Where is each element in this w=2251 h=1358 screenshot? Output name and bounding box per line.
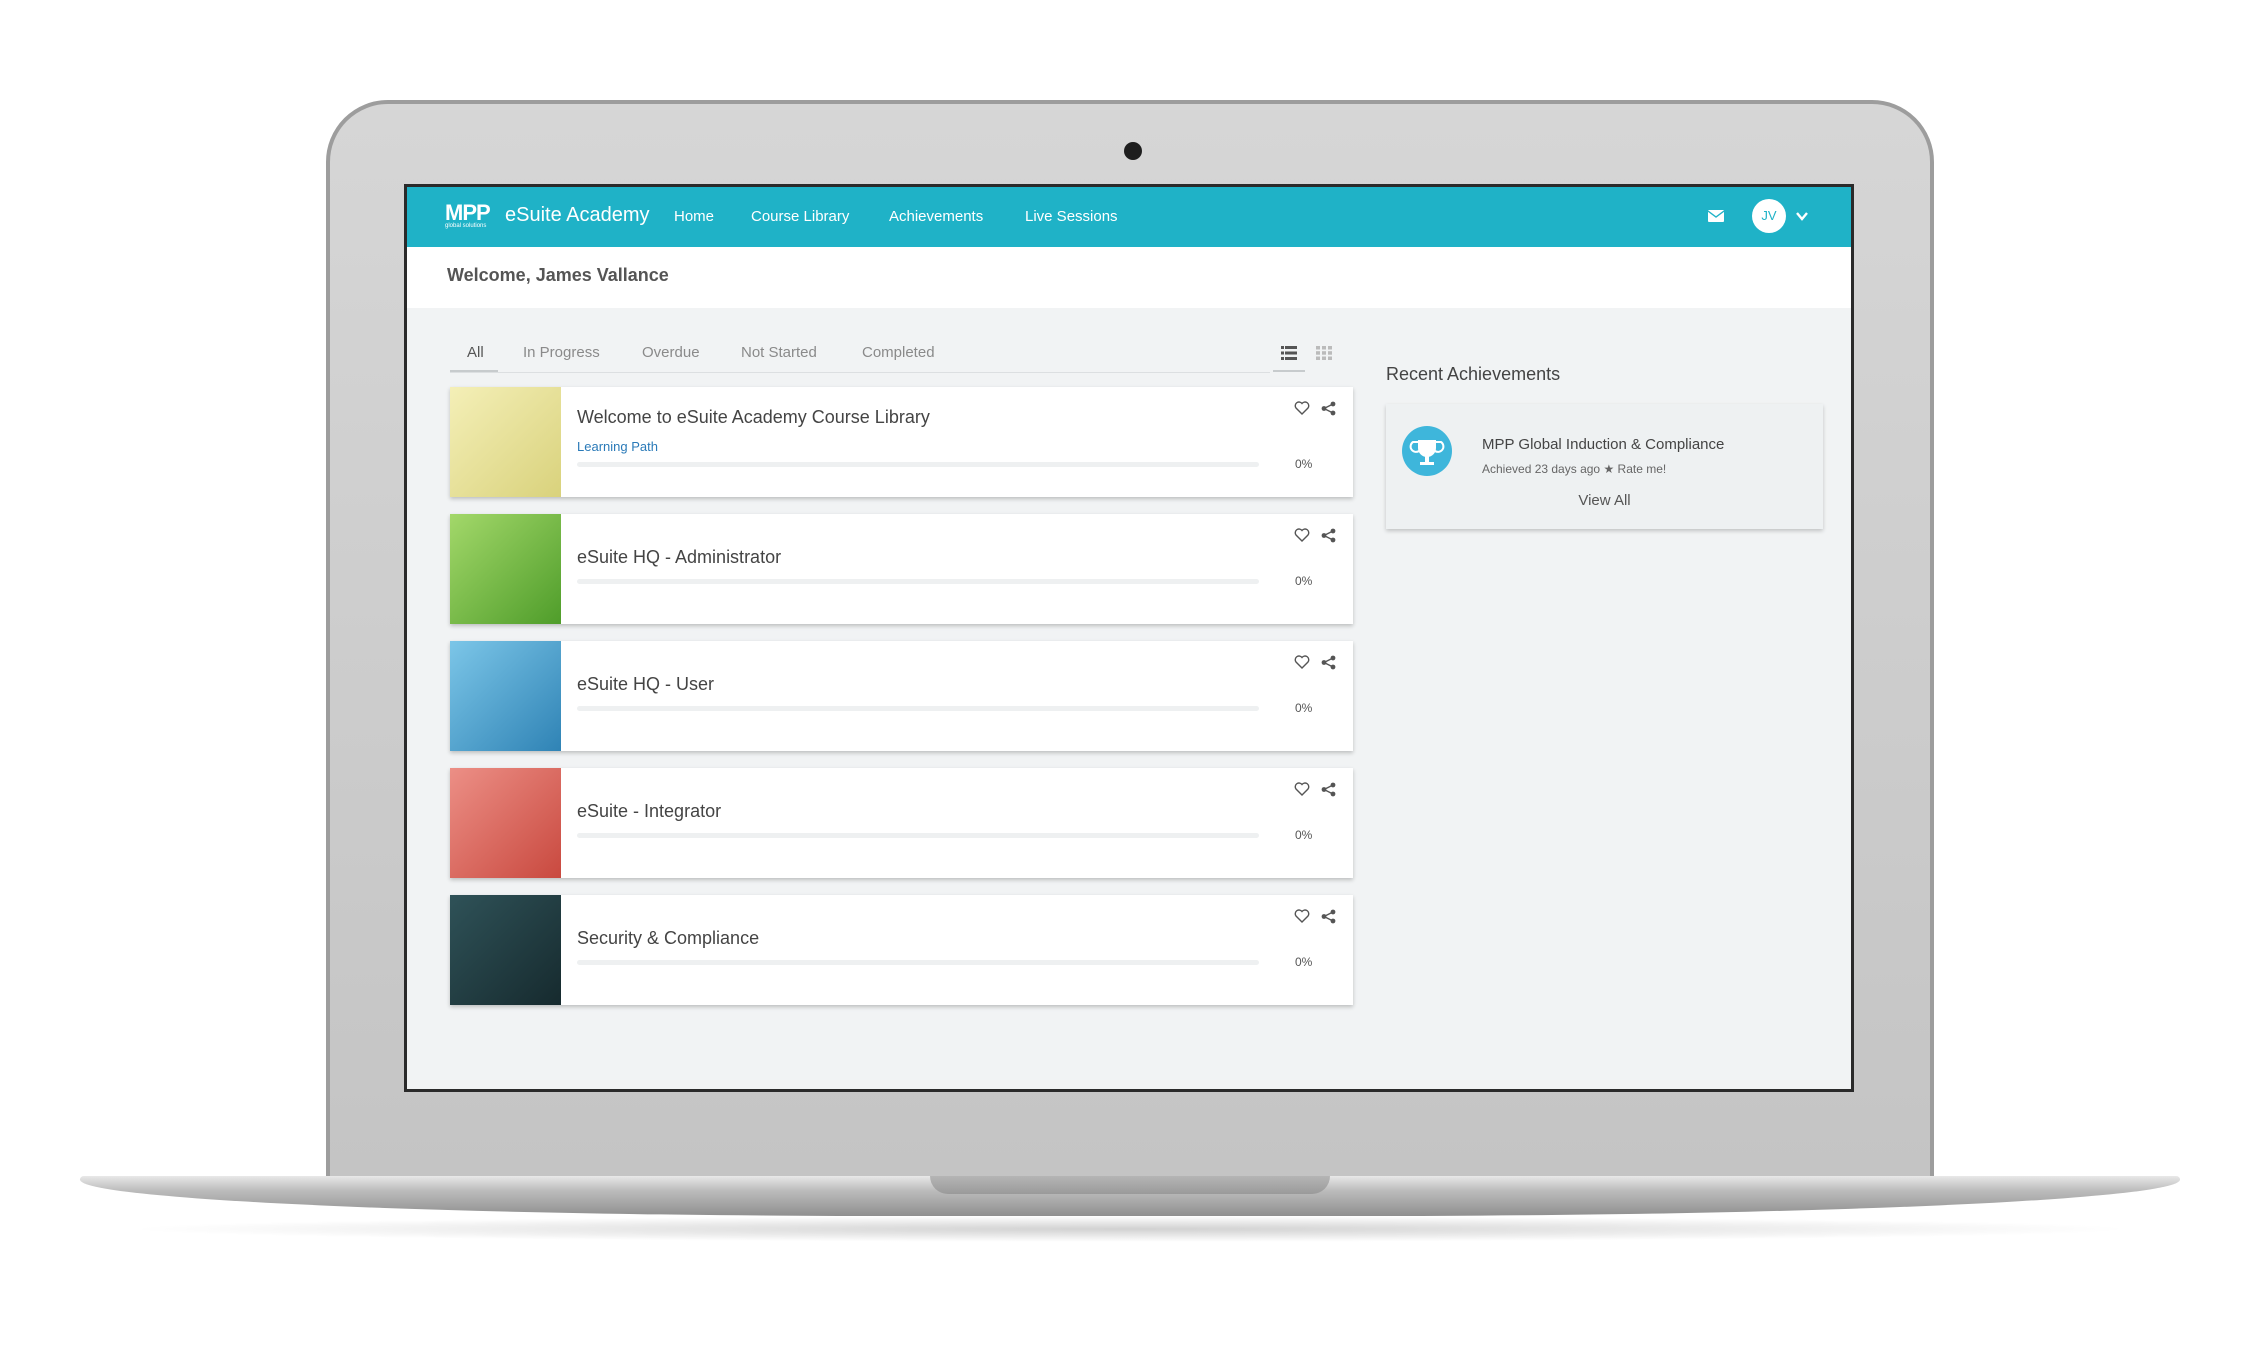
course-progress-text: 0%	[1295, 701, 1313, 715]
course-progress-bar	[577, 579, 1259, 584]
achievement-name[interactable]: MPP Global Induction & Compliance	[1482, 436, 1724, 453]
course-progress-text: 0%	[1295, 828, 1313, 842]
heart-icon[interactable]	[1294, 782, 1310, 796]
share-icon[interactable]	[1321, 528, 1336, 543]
course-card[interactable]: eSuite HQ - Administrator 0%	[450, 514, 1353, 624]
share-icon[interactable]	[1321, 909, 1336, 924]
chevron-down-icon[interactable]	[1795, 209, 1809, 223]
mail-icon[interactable]	[1708, 210, 1724, 222]
course-card[interactable]: eSuite - Integrator 0%	[450, 768, 1353, 878]
tab-overdue[interactable]: Overdue	[642, 344, 700, 361]
course-progress-bar	[577, 960, 1259, 965]
course-progress-text: 0%	[1295, 955, 1313, 969]
nav-live-sessions[interactable]: Live Sessions	[1025, 208, 1118, 225]
course-card[interactable]: Security & Compliance 0%	[450, 895, 1353, 1005]
trophy-badge	[1402, 426, 1452, 476]
heart-icon[interactable]	[1294, 401, 1310, 415]
course-thumbnail	[450, 768, 561, 878]
share-icon[interactable]	[1321, 401, 1336, 416]
course-progress-bar	[577, 706, 1259, 711]
share-icon[interactable]	[1321, 655, 1336, 670]
active-view-indicator	[1273, 370, 1305, 372]
welcome-message: Welcome, James Vallance	[447, 265, 669, 285]
share-icon[interactable]	[1321, 782, 1336, 797]
achievement-card: MPP Global Induction & Compliance Achiev…	[1386, 404, 1823, 529]
course-card[interactable]: eSuite HQ - User 0%	[450, 641, 1353, 751]
nav-course-library[interactable]: Course Library	[751, 208, 849, 225]
laptop-notch	[930, 1176, 1330, 1194]
logo-subtext: global solutions	[445, 223, 487, 229]
heart-icon[interactable]	[1294, 655, 1310, 669]
laptop-screen: MPP global solutions eSuite Academy Home…	[404, 184, 1854, 1092]
course-subtitle: Learning Path	[577, 439, 658, 454]
heart-icon[interactable]	[1294, 528, 1310, 542]
view-all-link[interactable]: View All	[1386, 492, 1823, 509]
laptop-camera	[1124, 142, 1142, 160]
course-card[interactable]: Welcome to eSuite Academy Course Library…	[450, 387, 1353, 497]
rate-me-link[interactable]: Rate me!	[1618, 462, 1667, 476]
achievement-date: Achieved 23 days ago	[1482, 462, 1601, 476]
trophy-icon	[1409, 440, 1445, 465]
recent-achievements-heading: Recent Achievements	[1386, 364, 1561, 384]
course-thumbnail	[450, 895, 561, 1005]
course-thumbnail	[450, 387, 561, 497]
mpp-logo[interactable]: MPP global solutions	[445, 200, 491, 233]
course-progress-text: 0%	[1295, 574, 1313, 588]
user-avatar[interactable]: JV	[1752, 199, 1786, 233]
course-progress-bar	[577, 833, 1259, 838]
nav-home[interactable]: Home	[674, 208, 714, 225]
course-title[interactable]: Welcome to eSuite Academy Course Library	[577, 407, 930, 428]
course-thumbnail	[450, 641, 561, 751]
laptop-shadow	[120, 1216, 2140, 1242]
nav-achievements[interactable]: Achievements	[889, 208, 983, 225]
tab-all[interactable]: All	[467, 344, 484, 361]
logo-text: MPP	[445, 200, 491, 225]
star-icon: ★	[1603, 462, 1615, 476]
course-thumbnail	[450, 514, 561, 624]
course-filter-tabs: All In Progress Overdue Not Started Comp…	[450, 332, 1332, 373]
heart-icon[interactable]	[1294, 909, 1310, 923]
brand-name[interactable]: eSuite Academy	[505, 204, 650, 227]
tab-in-progress[interactable]: In Progress	[523, 344, 600, 361]
course-progress-bar	[577, 462, 1259, 467]
course-title[interactable]: eSuite - Integrator	[577, 801, 721, 822]
top-navbar: MPP global solutions eSuite Academy Home…	[407, 187, 1851, 247]
course-progress-text: 0%	[1295, 457, 1313, 471]
course-title[interactable]: eSuite HQ - User	[577, 674, 714, 695]
course-title[interactable]: eSuite HQ - Administrator	[577, 547, 781, 568]
grid-view-icon[interactable]	[1316, 346, 1332, 360]
achievement-meta: Achieved 23 days ago ★ Rate me!	[1482, 462, 1666, 476]
welcome-bar: Welcome, James Vallance	[407, 247, 1851, 308]
course-title[interactable]: Security & Compliance	[577, 928, 759, 949]
active-tab-indicator	[450, 370, 498, 372]
tab-completed[interactable]: Completed	[862, 344, 935, 361]
tab-not-started[interactable]: Not Started	[741, 344, 817, 361]
list-view-icon[interactable]	[1281, 346, 1297, 360]
